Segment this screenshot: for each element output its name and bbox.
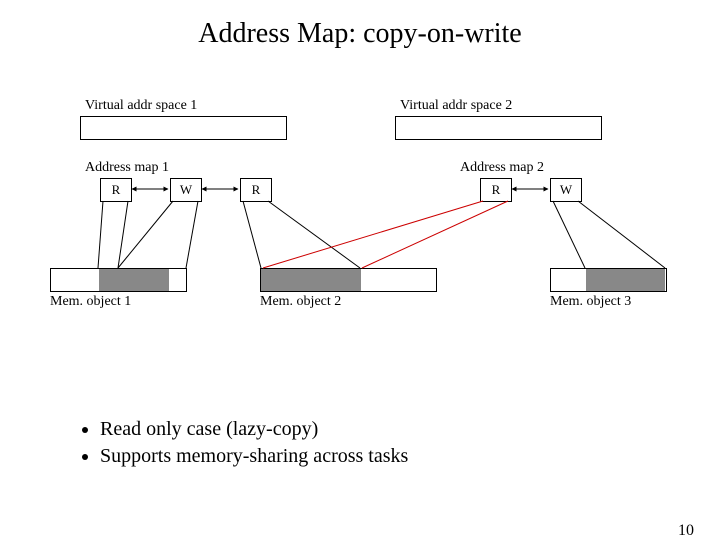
mem-object-3 — [550, 268, 667, 292]
slide-title: Address Map: copy-on-write — [0, 18, 720, 50]
map2-entry-r: R — [480, 178, 512, 202]
map1-entry-w: W — [170, 178, 202, 202]
diagram: Virtual addr space 1 Virtual addr space … — [0, 88, 720, 348]
virtual-addr-space-2 — [395, 116, 602, 140]
virtual-addr-space-1 — [80, 116, 287, 140]
label-mem3: Mem. object 3 — [550, 294, 631, 310]
bullet-list: Read only case (lazy-copy) Supports memo… — [60, 418, 408, 472]
label-map1: Address map 1 — [85, 160, 169, 176]
label-mem2: Mem. object 2 — [260, 294, 341, 310]
label-vspace1: Virtual addr space 1 — [85, 98, 197, 114]
list-item: Supports memory-sharing across tasks — [100, 445, 408, 468]
map1-entry-r2: R — [240, 178, 272, 202]
map2-entry-w: W — [550, 178, 582, 202]
mem-object-1 — [50, 268, 187, 292]
list-item: Read only case (lazy-copy) — [100, 418, 408, 441]
label-vspace2: Virtual addr space 2 — [400, 98, 512, 114]
page-number: 10 — [678, 522, 694, 540]
label-map2: Address map 2 — [460, 160, 544, 176]
map1-entry-r1: R — [100, 178, 132, 202]
mem-object-2 — [260, 268, 437, 292]
label-mem1: Mem. object 1 — [50, 294, 131, 310]
